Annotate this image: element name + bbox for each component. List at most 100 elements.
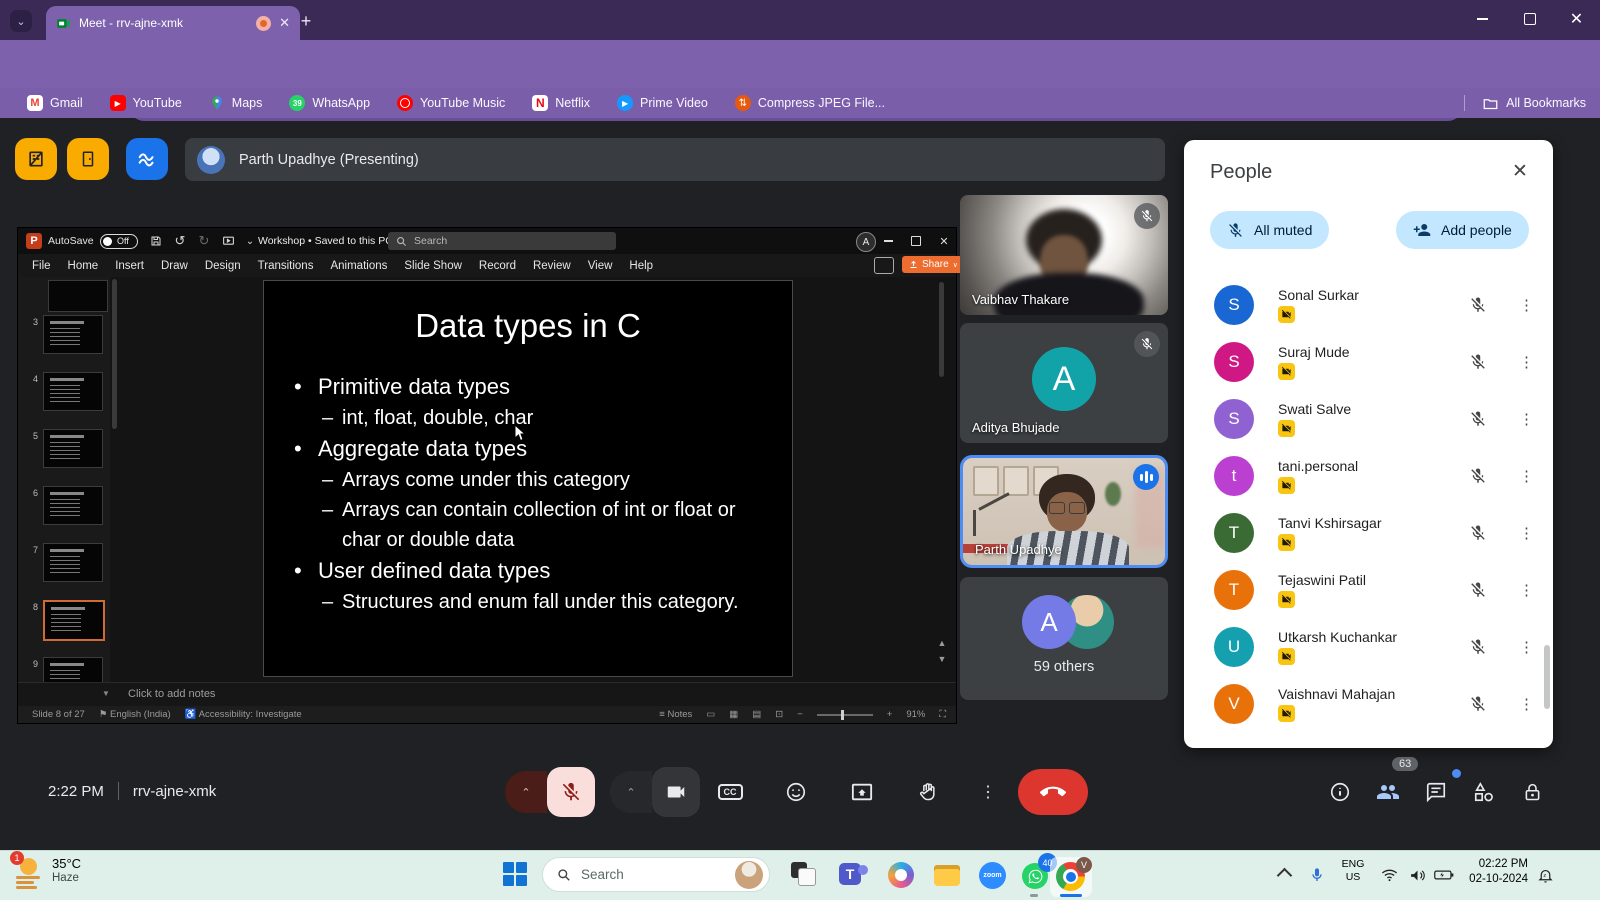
- ppt-account-avatar[interactable]: A: [856, 232, 876, 252]
- end-call-button[interactable]: [1018, 769, 1088, 815]
- people-button-active[interactable]: [1376, 780, 1400, 804]
- fit-slide-icon[interactable]: ⛶: [939, 709, 946, 720]
- ppt-menu-item[interactable]: Slide Show: [404, 260, 462, 272]
- bookmark-whatsapp[interactable]: 39 WhatsApp: [289, 95, 370, 111]
- ribbon-options-icon[interactable]: ⌄: [240, 232, 260, 250]
- mic-options-button[interactable]: ⌃: [505, 771, 547, 813]
- thumbnail-scrollbar[interactable]: [112, 279, 117, 429]
- participant-row[interactable]: U Utkarsh Kuchankar ⋮: [1184, 618, 1553, 675]
- tray-wifi-icon[interactable]: [1376, 850, 1402, 900]
- tray-expand-button[interactable]: [1272, 850, 1296, 900]
- ppt-notes-bar[interactable]: ▼ Click to add notes: [18, 682, 956, 707]
- participant-more-button[interactable]: ⋮: [1519, 638, 1533, 656]
- bookmark-gmail[interactable]: M Gmail: [27, 95, 83, 111]
- ppt-search-box[interactable]: Search: [388, 232, 616, 250]
- ppt-menu-item[interactable]: Home: [68, 260, 99, 272]
- view-normal-icon[interactable]: ▭: [706, 709, 715, 720]
- save-icon[interactable]: [146, 232, 166, 250]
- jamboard-icon[interactable]: [15, 138, 57, 180]
- bookmark-prime-video[interactable]: ▶ Prime Video: [617, 95, 708, 111]
- weather-temp[interactable]: 35°C: [52, 856, 81, 871]
- new-tab-button[interactable]: +: [294, 9, 318, 33]
- undo-icon[interactable]: ↺: [170, 232, 190, 250]
- all-bookmarks-button[interactable]: All Bookmarks: [1464, 95, 1586, 111]
- autosave-toggle[interactable]: Off: [100, 234, 138, 249]
- slideshow-icon[interactable]: [218, 232, 238, 250]
- video-tile-others[interactable]: A 59 others: [960, 577, 1168, 700]
- participant-row[interactable]: T Tejaswini Patil ⋮: [1184, 561, 1553, 618]
- door-icon[interactable]: [67, 138, 109, 180]
- participant-more-button[interactable]: ⋮: [1519, 524, 1533, 542]
- camera-toggle-button[interactable]: [652, 767, 700, 817]
- zoom-slider[interactable]: [817, 714, 873, 716]
- browser-tab[interactable]: Meet - rrv-ajne-xmk ✕: [46, 6, 300, 40]
- people-panel-close-icon[interactable]: ✕: [1507, 158, 1533, 184]
- reactions-button[interactable]: [774, 770, 818, 814]
- file-explorer-icon[interactable]: [930, 857, 966, 893]
- captions-button[interactable]: CC: [708, 770, 752, 814]
- tray-notification-bell-icon[interactable]: z: [1532, 850, 1558, 900]
- slide-thumbnail-panel[interactable]: 3 4 5 6 7: [18, 277, 110, 682]
- copilot-icon[interactable]: [884, 857, 920, 893]
- participant-row[interactable]: V Vaishnavi Mahajan ⋮: [1184, 675, 1553, 732]
- notes-toggle[interactable]: ≡ Notes: [659, 709, 692, 720]
- mic-toggle-button-muted[interactable]: [547, 767, 595, 817]
- view-reading-icon[interactable]: ▤: [752, 709, 761, 720]
- participant-row[interactable]: S Sonal Surkar ⋮: [1184, 276, 1553, 333]
- collapse-arrow-icon[interactable]: ▼: [102, 689, 110, 698]
- chat-button[interactable]: [1424, 780, 1448, 804]
- task-view-button[interactable]: [786, 857, 822, 893]
- slide-scrollbar[interactable]: [939, 282, 944, 377]
- previous-slide-icon[interactable]: ▲: [936, 637, 948, 649]
- ppt-menu-item[interactable]: Transitions: [258, 260, 314, 272]
- present-button[interactable]: [840, 770, 884, 814]
- chrome-icon-active[interactable]: V: [1050, 857, 1092, 897]
- ppt-minimize-button[interactable]: [874, 228, 902, 254]
- ppt-menu-item[interactable]: Design: [205, 260, 241, 272]
- zoom-app-icon[interactable]: zoom: [976, 857, 1012, 893]
- participant-more-button[interactable]: ⋮: [1519, 296, 1533, 314]
- slide-thumbnail[interactable]: 6: [18, 486, 110, 543]
- zoom-out-icon[interactable]: −: [797, 709, 803, 720]
- participant-row[interactable]: t tani.personal ⋮: [1184, 447, 1553, 504]
- participant-more-button[interactable]: ⋮: [1519, 410, 1533, 428]
- redo-icon[interactable]: ↻: [194, 232, 214, 250]
- participant-row[interactable]: T Tanvi Kshirsagar ⋮: [1184, 504, 1553, 561]
- video-tile-aditya[interactable]: A Aditya Bhujade: [960, 323, 1168, 443]
- participant-more-button[interactable]: ⋮: [1519, 467, 1533, 485]
- taskbar-search[interactable]: Search: [542, 857, 770, 892]
- teams-icon[interactable]: T: [836, 857, 872, 893]
- bookmark-maps[interactable]: Maps: [209, 95, 263, 111]
- ppt-menu-item[interactable]: File: [32, 260, 51, 272]
- tab-close-icon[interactable]: ✕: [279, 15, 290, 31]
- slide-thumbnail[interactable]: 7: [18, 543, 110, 600]
- zoom-in-icon[interactable]: +: [887, 709, 893, 720]
- weather-desc[interactable]: Haze: [52, 872, 79, 884]
- camera-options-button[interactable]: ⌃: [610, 771, 652, 813]
- bookmark-youtube-music[interactable]: YouTube Music: [397, 95, 505, 111]
- window-close-button[interactable]: ✕: [1553, 0, 1600, 38]
- bookmark-compress-jpeg[interactable]: ⇅ Compress JPEG File...: [735, 95, 885, 111]
- more-options-button[interactable]: ⋮: [968, 772, 1008, 812]
- slide-thumbnail[interactable]: 5: [18, 429, 110, 486]
- zoom-level[interactable]: 91%: [906, 709, 925, 720]
- comments-icon[interactable]: [874, 257, 894, 274]
- language-status[interactable]: ⚑ English (India): [99, 709, 171, 720]
- notes-placeholder[interactable]: Click to add notes: [128, 688, 215, 700]
- scribble-icon[interactable]: [126, 138, 168, 180]
- ppt-share-button[interactable]: Share∨: [902, 256, 965, 273]
- view-sorter-icon[interactable]: ▦: [729, 709, 738, 720]
- window-minimize-button[interactable]: [1459, 0, 1506, 38]
- ppt-menu-item[interactable]: Insert: [115, 260, 144, 272]
- video-tile-parth-speaking[interactable]: Parth Upadhye: [960, 455, 1168, 568]
- view-slideshow-icon[interactable]: ⊡: [775, 709, 783, 720]
- raise-hand-button[interactable]: [906, 770, 950, 814]
- activities-button[interactable]: [1472, 780, 1496, 804]
- participant-more-button[interactable]: ⋮: [1519, 581, 1533, 599]
- tray-volume-icon[interactable]: [1404, 850, 1430, 900]
- host-controls-button[interactable]: [1520, 780, 1544, 804]
- ppt-menu-item[interactable]: View: [588, 260, 613, 272]
- video-tile-vaibhav[interactable]: Vaibhav Thakare: [960, 195, 1168, 315]
- participant-row[interactable]: S Swati Salve ⋮: [1184, 390, 1553, 447]
- tray-language-indicator[interactable]: ENGUS: [1338, 858, 1368, 884]
